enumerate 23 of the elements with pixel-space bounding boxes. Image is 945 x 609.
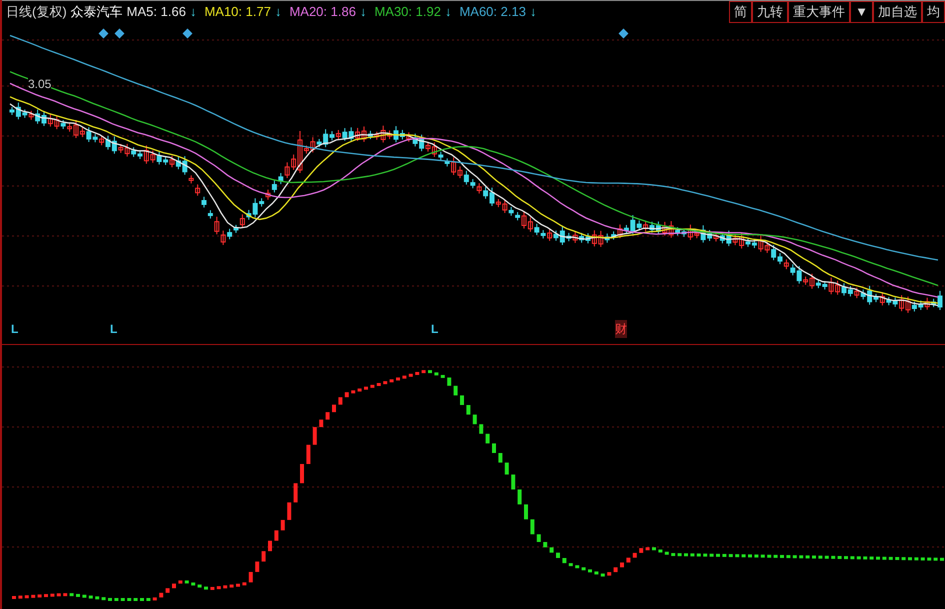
toolbar-button[interactable]: 简	[729, 0, 752, 22]
moving-average-reading: MA20: 1.86	[289, 2, 356, 21]
low-signal-marker: L	[11, 321, 18, 338]
stock-name: 众泰汽车	[70, 2, 124, 21]
toolbar-button[interactable]: 重大事件	[788, 0, 850, 22]
moving-average-reading: MA30: 1.92	[374, 2, 441, 21]
moving-average-reading: MA10: 1.77	[204, 2, 271, 21]
chart-period-label: 日线(复权)	[5, 2, 68, 21]
toolbar-button[interactable]: 均	[922, 0, 945, 22]
low-signal-marker: L	[431, 321, 438, 338]
down-arrow-icon: ↓	[356, 2, 366, 22]
toolbar-button[interactable]: 九转	[752, 0, 788, 22]
moving-average-reading: MA60: 2.13	[459, 2, 526, 21]
down-arrow-icon: ↓	[526, 2, 536, 22]
moving-average-reading: MA5: 1.66	[126, 2, 186, 21]
low-signal-marker: L	[110, 321, 118, 338]
down-arrow-icon: ↓	[270, 2, 282, 22]
toolbar-button[interactable]: 加自选	[873, 0, 922, 22]
down-arrow-icon: ↓	[186, 2, 196, 22]
toolbar-button[interactable]: ▼	[850, 0, 873, 22]
down-arrow-icon: ↓	[440, 2, 452, 22]
high-price-label: 3.05	[28, 78, 52, 90]
finance-marker: 财	[615, 320, 627, 338]
